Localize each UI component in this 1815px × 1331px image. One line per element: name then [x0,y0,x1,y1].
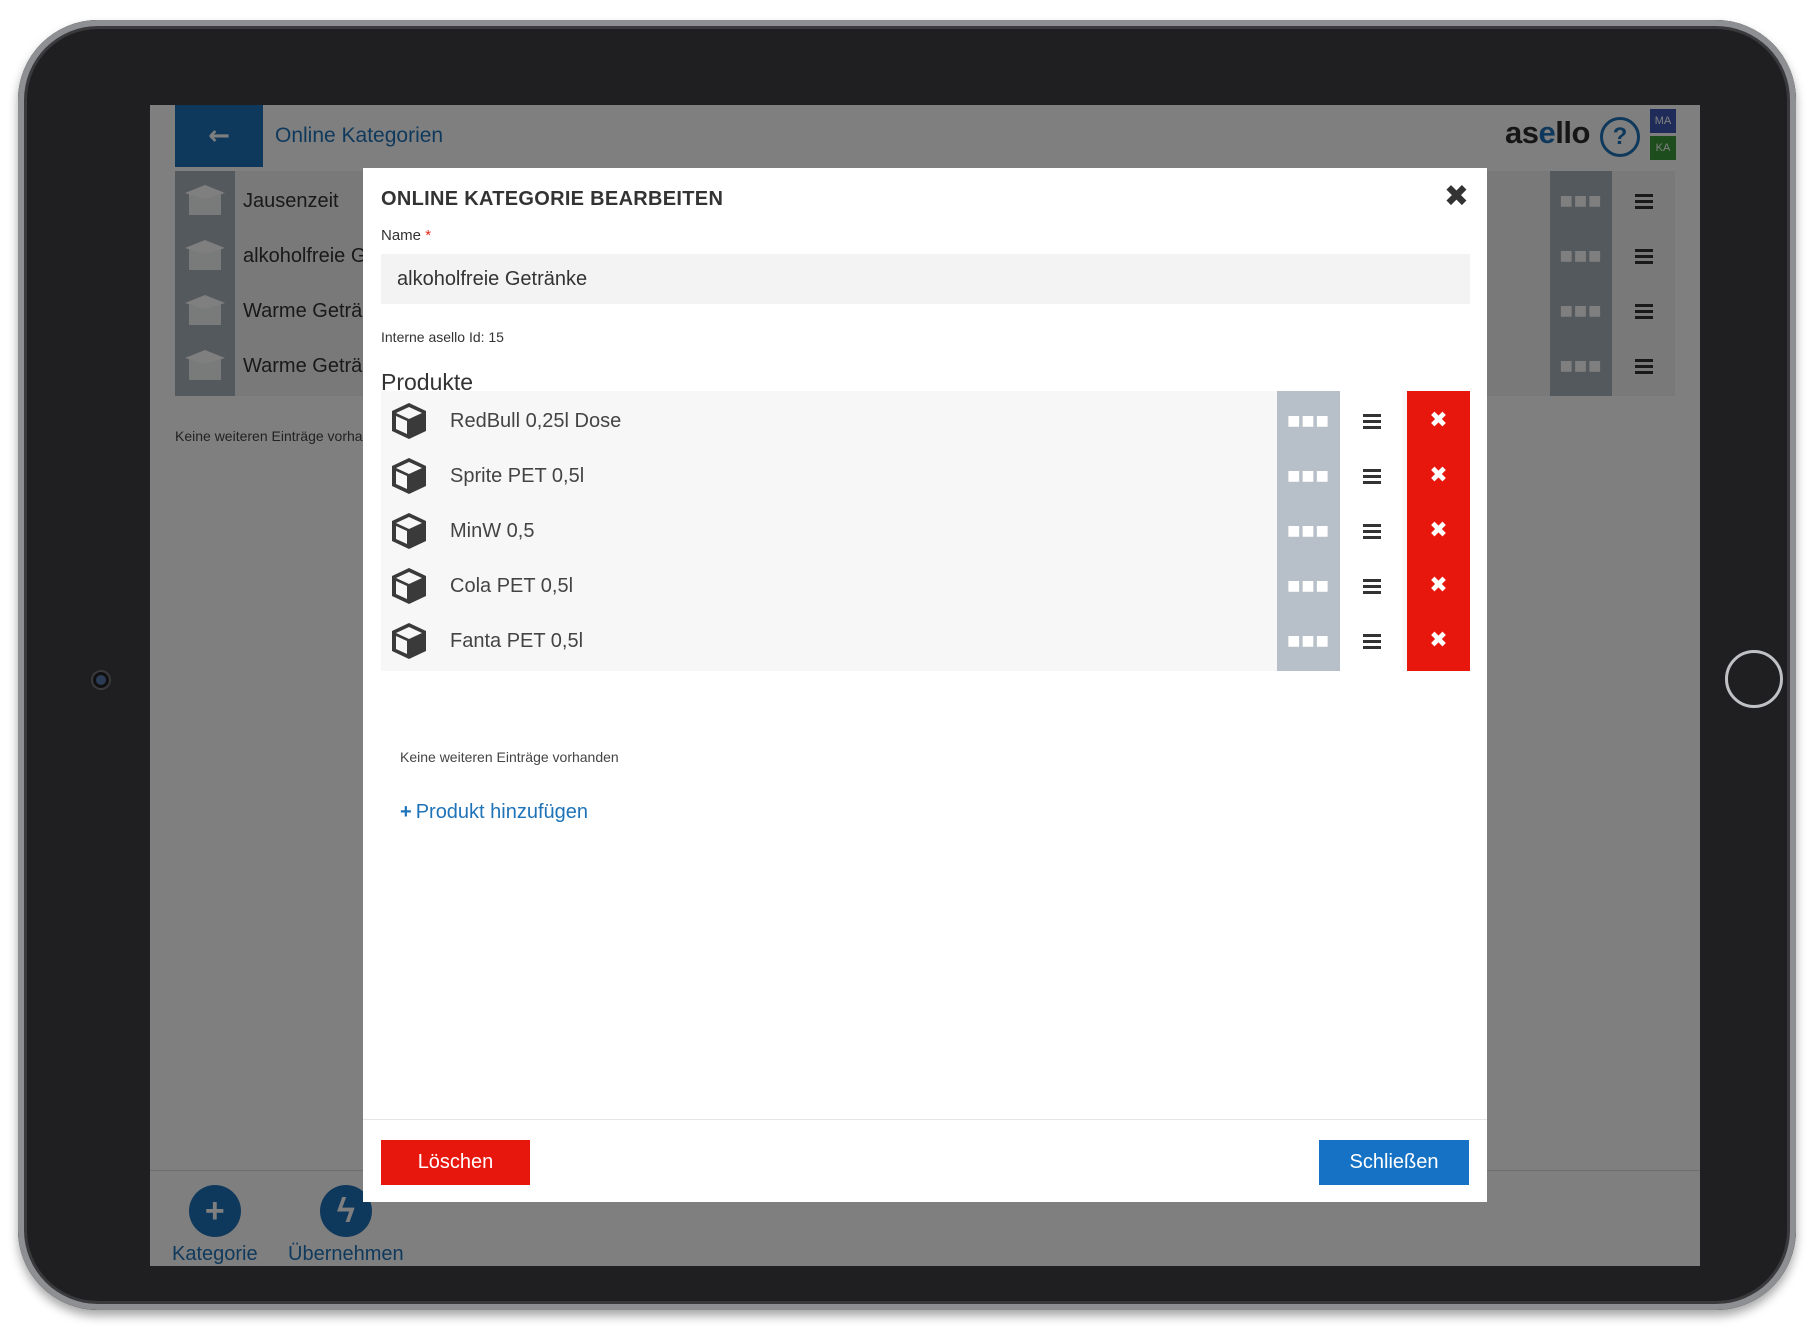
remove-icon[interactable]: ✖ [1407,556,1470,616]
camera [93,672,109,688]
box-icon [392,568,426,604]
drag-handle-icon[interactable] [1340,391,1403,451]
list-item[interactable]: Fanta PET 0,5l ■■■ ✖ [381,611,1470,671]
required-mark: * [425,227,432,244]
close-button[interactable]: Schließen [1319,1140,1469,1185]
ellipsis-icon[interactable]: ■■■ [1277,391,1340,451]
list-item[interactable]: MinW 0,5 ■■■ ✖ [381,501,1470,561]
remove-icon[interactable]: ✖ [1407,446,1470,506]
box-icon [392,403,426,439]
product-label: Sprite PET 0,5l [450,465,585,487]
add-product-label: Produkt hinzufügen [415,801,589,823]
delete-button[interactable]: Löschen [381,1140,530,1185]
ellipsis-icon[interactable]: ■■■ [1277,446,1340,506]
drag-handle-icon[interactable] [1340,611,1403,671]
box-icon [392,458,426,494]
product-label: Fanta PET 0,5l [450,630,584,652]
ellipsis-icon[interactable]: ■■■ [1277,611,1340,671]
remove-icon[interactable]: ✖ [1407,391,1470,451]
tablet-frame: ← Online Kategorien asello ? MA KA Jause… [18,20,1796,1310]
edit-category-dialog: ONLINE KATEGORIE BEARBEITEN ✖ Name * Int… [363,168,1487,1202]
ellipsis-icon[interactable]: ■■■ [1277,501,1340,561]
product-label: MinW 0,5 [450,520,535,542]
plus-icon: + [400,801,412,823]
name-field[interactable] [381,254,1470,304]
drag-handle-icon[interactable] [1340,446,1403,506]
list-item[interactable]: Cola PET 0,5l ■■■ ✖ [381,556,1470,616]
box-icon [392,513,426,549]
remove-icon[interactable]: ✖ [1407,611,1470,671]
product-label: Cola PET 0,5l [450,575,574,597]
close-icon[interactable]: ✖ [1444,182,1469,212]
name-label: Name * [381,227,432,244]
home-button[interactable] [1725,650,1783,708]
internal-id: Interne asello Id: 15 [381,329,504,345]
add-product-link[interactable]: + Produkt hinzufügen [400,801,588,824]
drag-handle-icon[interactable] [1340,556,1403,616]
empty-text: Keine weiteren Einträge vorhanden [400,749,619,765]
list-item[interactable]: Sprite PET 0,5l ■■■ ✖ [381,446,1470,506]
list-item[interactable]: RedBull 0,25l Dose ■■■ ✖ [381,391,1470,451]
dialog-footer: Löschen Schließen [363,1119,1487,1203]
box-icon [392,623,426,659]
dialog-title: ONLINE KATEGORIE BEARBEITEN [381,188,724,210]
product-label: RedBull 0,25l Dose [450,410,622,432]
remove-icon[interactable]: ✖ [1407,501,1470,561]
drag-handle-icon[interactable] [1340,501,1403,561]
screen: ← Online Kategorien asello ? MA KA Jause… [150,105,1700,1266]
ellipsis-icon[interactable]: ■■■ [1277,556,1340,616]
